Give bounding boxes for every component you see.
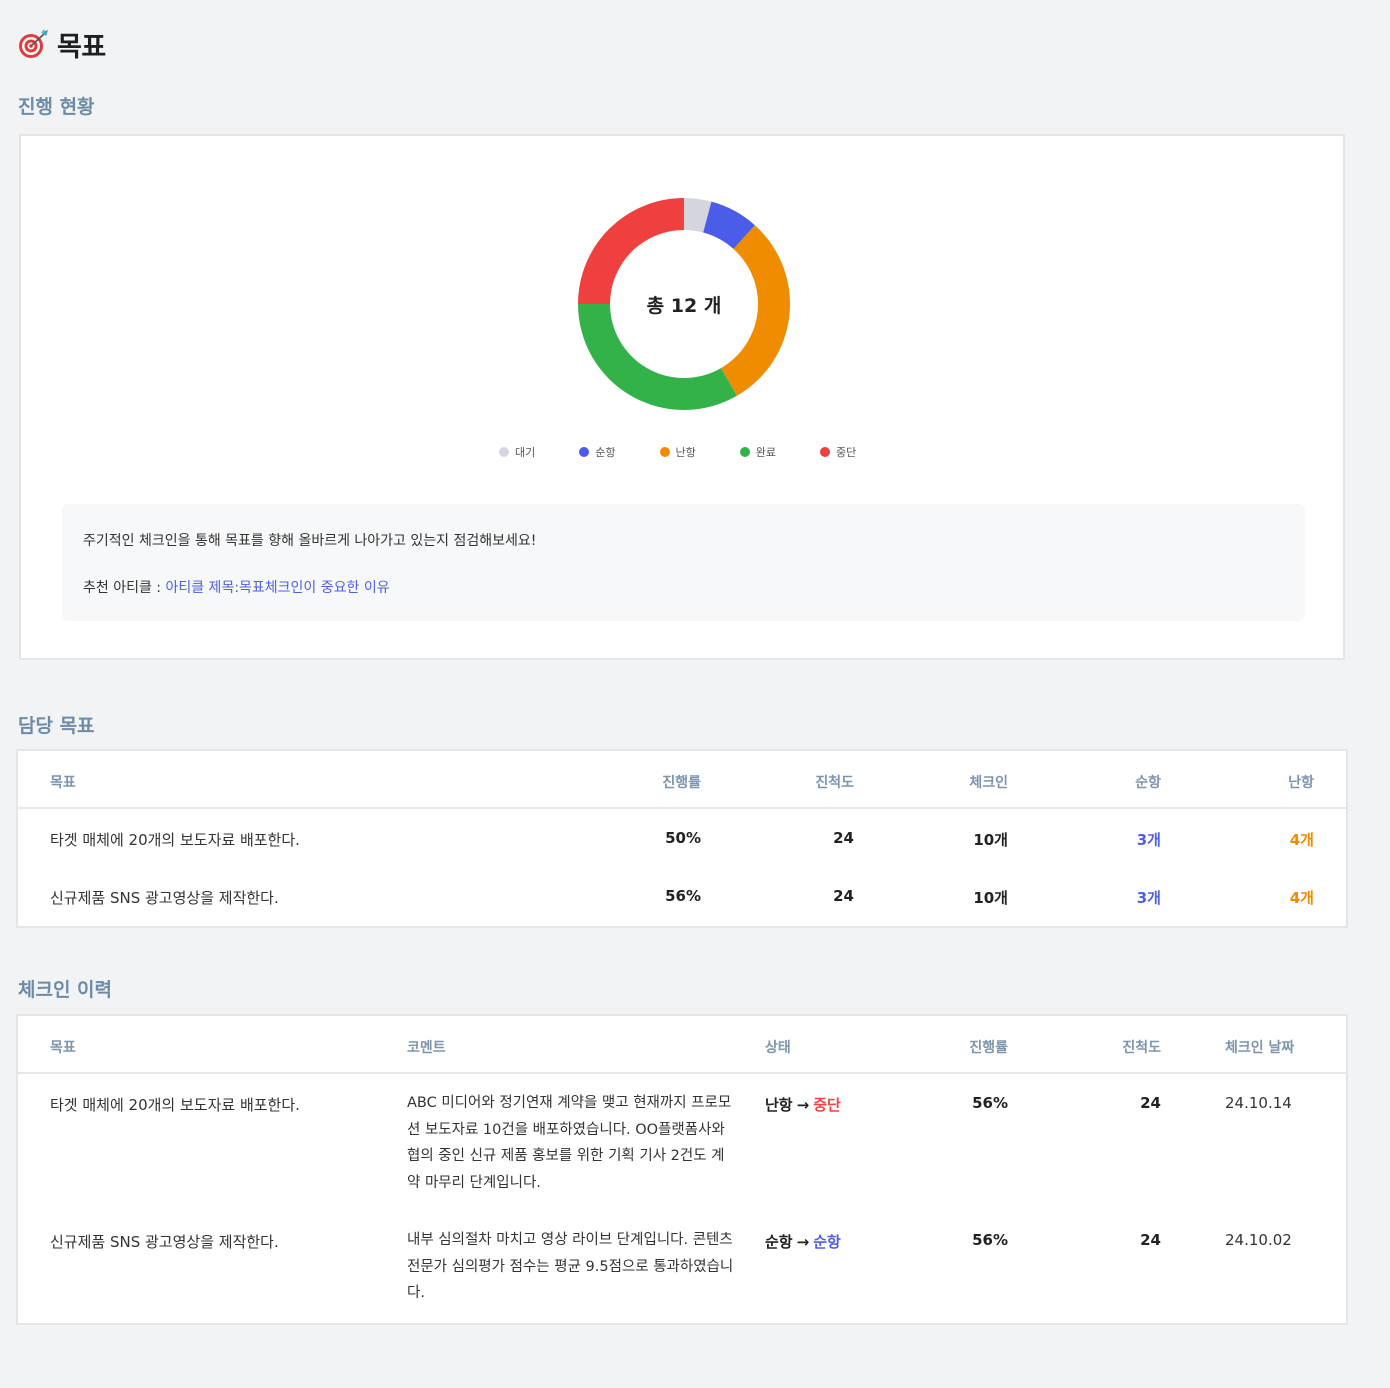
history-table-header: 목표 코멘트 상태 진행률 진척도 체크인 날짜	[18, 1016, 1346, 1074]
col-checkin-date: 체크인 날짜	[1225, 1040, 1295, 1056]
col-smooth: 순항	[1135, 775, 1161, 791]
col-rate: 진행률	[969, 1040, 1008, 1056]
goals-section-title: 담당 목표	[18, 715, 95, 737]
date-cell: 24.10.14	[1225, 1094, 1292, 1112]
table-row[interactable]: 타겟 매체에 20개의 보도자료 배포한다. ABC 미디어와 정기연재 계약을…	[18, 1074, 1346, 1211]
col-goal: 목표	[50, 775, 76, 791]
chart-legend: 대기 순항 난항 완료 중단	[499, 444, 856, 460]
comment-cell: ABC 미디어와 정기연재 계약을 맺고 현재까지 프로모션 보도자료 10건을…	[407, 1095, 732, 1191]
goal-cell: 타겟 매체에 20개의 보도자료 배포한다.	[50, 1096, 300, 1114]
tip-message: 주기적인 체크인을 통해 목표를 향해 올바르게 나아가고 있는지 점검해보세요…	[83, 533, 537, 549]
checkin-history-table: 목표 코멘트 상태 진행률 진척도 체크인 날짜 타겟 매체에 20개의 보도자…	[16, 1014, 1348, 1325]
legend-dot-icon	[659, 447, 670, 457]
status-cell: 순항 → 순항	[765, 1231, 841, 1252]
smooth-cell: 3개	[1136, 889, 1161, 907]
donut-center-label: 총 12 개	[646, 294, 722, 317]
progress-cell: 24	[833, 887, 854, 905]
col-comment: 코멘트	[407, 1040, 446, 1056]
goal-cell: 신규제품 SNS 광고영상을 제작한다.	[50, 889, 279, 907]
progress-card: 총 12 개 대기 순항 난항 완료 중단 주기적인 체크인을 통해 목표를 향해 올바…	[19, 134, 1345, 660]
arrow-right-icon: →	[796, 1233, 810, 1251]
goal-cell: 타겟 매체에 20개의 보도자료 배포한다.	[50, 831, 300, 849]
col-status: 상태	[765, 1040, 791, 1056]
legend-label: 대기	[515, 446, 536, 459]
checkin-cell: 10개	[973, 889, 1008, 907]
legend-dot-icon	[820, 447, 830, 457]
col-rate: 진행률	[662, 775, 701, 791]
status-cell: 난항 → 중단	[765, 1094, 841, 1115]
legend-item[interactable]: 중단	[820, 444, 856, 460]
arrow-right-icon: →	[796, 1096, 810, 1114]
rate-cell: 56%	[665, 887, 701, 905]
tip-box: 주기적인 체크인을 통해 목표를 향해 올바르게 나아가고 있는지 점검해보세요…	[62, 504, 1305, 621]
goal-cell: 신규제품 SNS 광고영상을 제작한다.	[50, 1233, 279, 1251]
status-from: 순항	[765, 1233, 793, 1251]
status-from: 난항	[765, 1096, 793, 1114]
progress-section-title: 진행 현황	[18, 96, 95, 118]
goals-page: 목표 진행 현황 총 12 개 대기 순항 난항 완료 중단 주기적인 체크인을 통해 …	[0, 0, 1390, 1388]
table-row[interactable]: 타겟 매체에 20개의 보도자료 배포한다. 50% 24 10개 3개 4개	[18, 809, 1346, 867]
col-goal: 목표	[50, 1040, 76, 1056]
legend-label: 중단	[836, 446, 857, 459]
comment-cell: 내부 심의절차 마치고 영상 라이브 단계입니다. 콘텐츠 전문가 심의평가 점…	[407, 1232, 734, 1301]
smooth-cell: 3개	[1136, 831, 1161, 849]
article-link[interactable]: 아티클 제목:목표체크인이 중요한 이유	[165, 580, 389, 596]
col-rough: 난항	[1288, 775, 1314, 791]
legend-label: 완료	[755, 446, 776, 459]
legend-item[interactable]: 순항	[579, 444, 616, 460]
recommended-article-prefix: 추천 아티클 :	[83, 580, 166, 596]
goals-table-header: 목표 진행률 진척도 체크인 순항 난항	[18, 751, 1346, 809]
rate-cell: 56%	[972, 1231, 1008, 1249]
progress-cell: 24	[833, 829, 854, 847]
rough-cell: 4개	[1289, 831, 1314, 849]
status-to: 순항	[813, 1233, 841, 1251]
donut-chart: 총 12 개	[576, 196, 792, 412]
col-checkin: 체크인	[969, 775, 1008, 791]
legend-label: 순항	[595, 446, 616, 459]
status-to: 중단	[813, 1096, 841, 1114]
table-row[interactable]: 신규제품 SNS 광고영상을 제작한다. 56% 24 10개 3개 4개	[18, 867, 1346, 925]
history-section-title: 체크인 이력	[18, 979, 113, 1001]
page-title: 목표	[57, 31, 106, 63]
legend-item[interactable]: 완료	[739, 444, 776, 460]
col-progress: 진척도	[815, 775, 854, 791]
date-cell: 24.10.02	[1225, 1231, 1292, 1249]
progress-cell: 24	[1140, 1094, 1161, 1112]
legend-dot-icon	[739, 447, 750, 457]
legend-label: 난항	[675, 446, 696, 459]
col-progress: 진척도	[1122, 1040, 1161, 1056]
rate-cell: 56%	[972, 1094, 1008, 1112]
rough-cell: 4개	[1289, 889, 1314, 907]
target-dart-icon	[19, 29, 48, 58]
legend-dot-icon	[499, 447, 509, 457]
legend-dot-icon	[579, 447, 590, 457]
legend-item[interactable]: 대기	[499, 444, 535, 460]
goals-table: 목표 진행률 진척도 체크인 순항 난항 타겟 매체에 20개의 보도자료 배포…	[16, 749, 1348, 928]
table-row[interactable]: 신규제품 SNS 광고영상을 제작한다. 내부 심의절차 마치고 영상 라이브 …	[18, 1211, 1346, 1321]
checkin-cell: 10개	[973, 831, 1008, 849]
progress-cell: 24	[1140, 1231, 1161, 1249]
rate-cell: 50%	[665, 829, 701, 847]
legend-item[interactable]: 난항	[659, 444, 696, 460]
page-header: 목표	[17, 26, 106, 63]
recommended-article: 추천 아티클 : 아티클 제목:목표체크인이 중요한 이유	[83, 577, 390, 597]
